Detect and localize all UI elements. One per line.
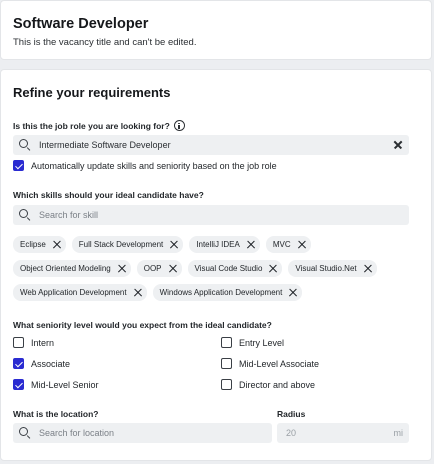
seniority-checkbox[interactable]: [221, 379, 232, 390]
seniority-label: Intern: [31, 337, 55, 348]
remove-chip-icon[interactable]: [134, 289, 142, 297]
skill-chip: OOP: [136, 260, 182, 277]
skill-chip: IntelliJ IDEA: [189, 236, 260, 253]
chip-row: Eclipse Full Stack Development IntelliJ …: [13, 236, 421, 253]
chip-row: Object Oriented Modeling OOP Visual Code…: [13, 260, 421, 277]
skill-search-placeholder: Search for skill: [39, 210, 99, 220]
seniority-label: Mid-Level Senior: [31, 379, 99, 390]
search-icon: [19, 139, 31, 151]
radius-value: 20: [286, 428, 297, 438]
chip-label: Eclipse: [20, 240, 46, 249]
chip-label: Windows Application Development: [159, 288, 283, 297]
remove-chip-icon[interactable]: [269, 265, 277, 273]
skill-chip: Full Stack Development: [71, 236, 184, 253]
seniority-checkbox[interactable]: [13, 379, 24, 390]
seniority-option[interactable]: Mid-Level Senior: [13, 379, 99, 390]
chip-label: Visual Studio.Net: [295, 264, 357, 273]
seniority-checkbox[interactable]: [221, 337, 232, 348]
auto-update-checkbox-row[interactable]: Automatically update skills and seniorit…: [13, 160, 277, 171]
vacancy-title-card: Software Developer This is the vacancy t…: [0, 0, 432, 60]
radius-label: Radius: [277, 409, 306, 419]
remove-chip-icon[interactable]: [170, 241, 178, 249]
seniority-option[interactable]: Intern: [13, 337, 54, 348]
seniority-option[interactable]: Associate: [13, 358, 70, 369]
location-question: What is the location?: [13, 409, 99, 419]
location-search-placeholder: Search for location: [39, 428, 115, 438]
seniority-checkbox[interactable]: [13, 337, 24, 348]
seniority-option[interactable]: Mid-Level Associate: [221, 358, 319, 369]
search-icon: [19, 209, 31, 221]
chip-label: Full Stack Development: [78, 240, 164, 249]
skill-chip: Visual Studio.Net: [288, 260, 377, 277]
seniority-label: Director and above: [239, 379, 316, 390]
section-title: Refine your requirements: [13, 85, 171, 100]
seniority-label: Mid-Level Associate: [239, 358, 320, 369]
skill-chip: Windows Application Development: [152, 284, 303, 301]
remove-chip-icon[interactable]: [169, 265, 177, 273]
seniority-label: Associate: [31, 358, 71, 369]
skill-chip: Visual Code Studio: [187, 260, 283, 277]
seniority-checkbox[interactable]: [221, 358, 232, 369]
remove-chip-icon[interactable]: [298, 241, 306, 249]
seniority-question: What seniority level would you expect fr…: [13, 320, 272, 330]
skill-chip: MVC: [265, 236, 311, 253]
skill-chip: Object Oriented Modeling: [13, 260, 131, 277]
vacancy-title-note: This is the vacancy title and can't be e…: [13, 37, 197, 48]
skill-chip: Web Application Development: [13, 284, 147, 301]
job-role-question-label: Is this the job role you are looking for…: [13, 120, 170, 131]
seniority-option[interactable]: Director and above: [221, 379, 315, 390]
seniority-option[interactable]: Entry Level: [221, 337, 284, 348]
search-icon: [19, 427, 31, 439]
seniority-checkbox[interactable]: [13, 358, 24, 369]
skills-question: Which skills should your ideal candidate…: [13, 190, 204, 200]
remove-chip-icon[interactable]: [364, 265, 372, 273]
skill-chip: Eclipse: [13, 236, 66, 253]
job-role-question: Is this the job role you are looking for…: [13, 120, 185, 131]
chip-row: Web Application Development Windows Appl…: [13, 284, 421, 301]
vacancy-title: Software Developer: [13, 16, 149, 32]
remove-chip-icon[interactable]: [118, 265, 126, 273]
chip-label: OOP: [143, 264, 162, 273]
chip-label: MVC: [272, 240, 291, 249]
auto-update-label: Automatically update skills and seniorit…: [31, 160, 277, 171]
location-search-field[interactable]: Search for location: [13, 423, 272, 443]
remove-chip-icon[interactable]: [53, 241, 61, 249]
skill-search-field[interactable]: Search for skill: [13, 205, 409, 225]
radius-input[interactable]: 20 mi: [277, 423, 409, 443]
info-icon[interactable]: [173, 120, 185, 131]
job-role-field[interactable]: Intermediate Software Developer: [13, 135, 409, 155]
remove-chip-icon[interactable]: [289, 289, 297, 297]
radius-unit: mi: [393, 428, 404, 438]
seniority-label: Entry Level: [239, 337, 285, 348]
auto-update-checkbox[interactable]: [13, 160, 24, 171]
chip-label: Visual Code Studio: [194, 264, 263, 273]
remove-chip-icon[interactable]: [247, 241, 255, 249]
job-role-value: Intermediate Software Developer: [39, 140, 171, 150]
skill-chips: Eclipse Full Stack Development IntelliJ …: [13, 236, 421, 308]
chip-label: IntelliJ IDEA: [196, 240, 240, 249]
chip-label: Web Application Development: [20, 288, 127, 297]
chip-label: Object Oriented Modeling: [20, 264, 111, 273]
clear-job-role-icon[interactable]: [393, 140, 403, 150]
requirements-card: Refine your requirements Is this the job…: [0, 69, 432, 461]
